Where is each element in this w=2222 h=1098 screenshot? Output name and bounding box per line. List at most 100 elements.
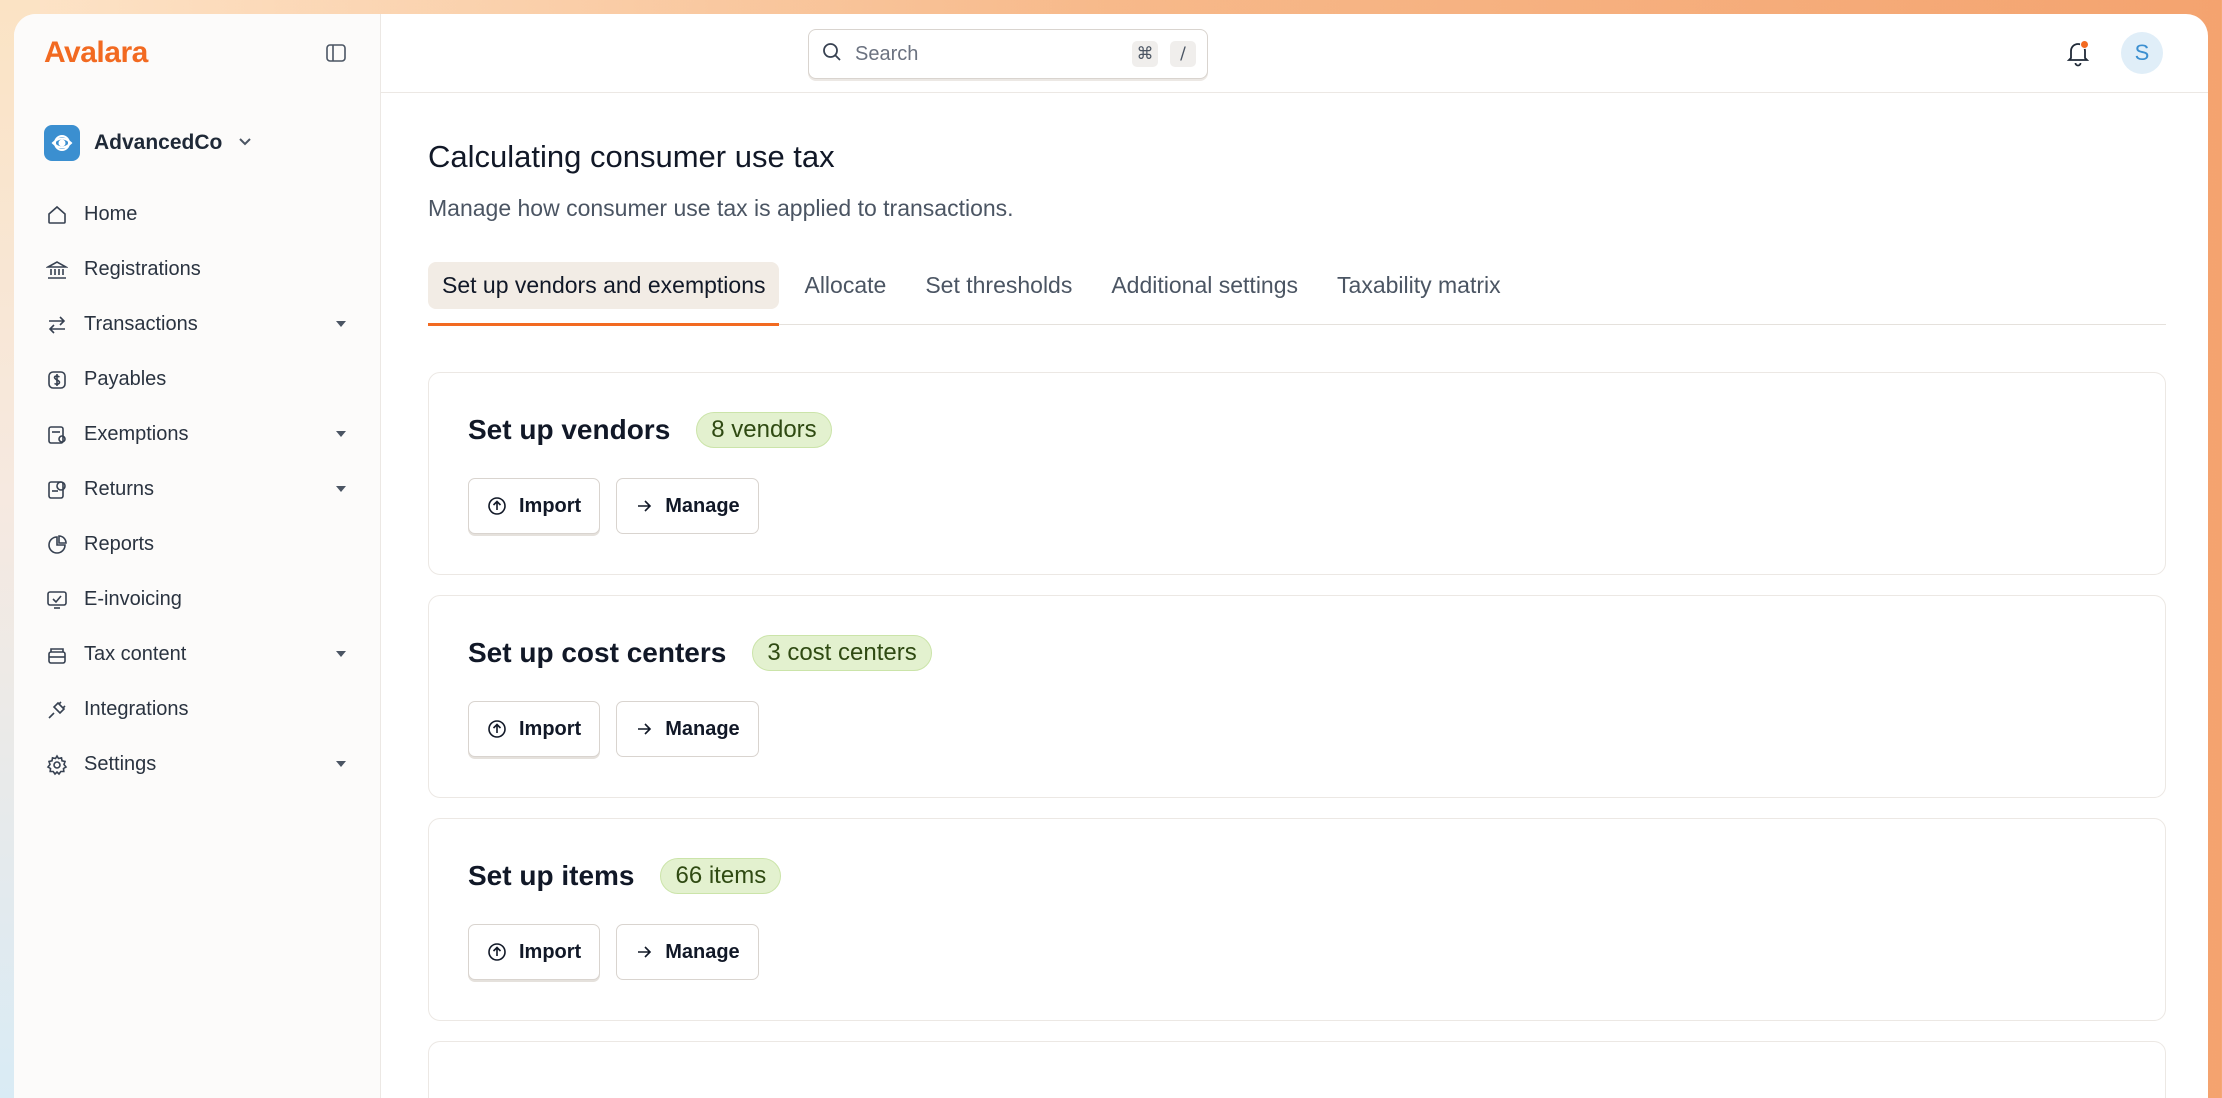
org-name: AdvancedCo <box>94 131 223 154</box>
sidebar-item-label: Returns <box>84 478 155 500</box>
manage-vendors-button[interactable]: Manage <box>616 478 759 534</box>
card-title: Set up cost centers <box>468 637 727 668</box>
sidebar-item-label: Payables <box>84 368 167 390</box>
arrow-right-icon <box>638 500 652 512</box>
count-badge: 8 vendors <box>696 412 832 448</box>
arrow-right-icon <box>638 723 652 735</box>
org-switcher[interactable]: AdvancedCo <box>14 125 380 161</box>
upload-circle-icon <box>488 943 506 961</box>
page-content: Calculating consumer use tax Manage how … <box>381 139 2208 1098</box>
upload-circle-icon <box>488 720 506 738</box>
button-label: Import <box>519 494 582 517</box>
logo-text: Avalara <box>44 36 148 69</box>
caret-down-icon <box>334 756 348 774</box>
sidebar-item-integrations[interactable]: Integrations <box>14 682 380 737</box>
sidebar-item-label: Home <box>84 203 138 225</box>
plug-icon <box>44 697 70 723</box>
sidebar-item-label: Exemptions <box>84 423 189 445</box>
button-label: Import <box>519 940 582 963</box>
tab-set-thresholds[interactable]: Set thresholds <box>911 262 1086 325</box>
sidebar-item-label: Reports <box>84 533 155 555</box>
tab-bar: Set up vendors and exemptions Allocate S… <box>428 262 2166 326</box>
sidebar-item-exemptions[interactable]: Exemptions <box>14 407 380 462</box>
manage-items-button[interactable]: Manage <box>616 924 759 980</box>
sidebar-item-label: Integrations <box>84 698 189 720</box>
sidebar-item-registrations[interactable]: Registrations <box>14 242 380 297</box>
shortcut-key-cmd: ⌘ <box>1132 41 1158 67</box>
card-title: Set up vendors <box>468 414 671 445</box>
tab-label: Additional settings <box>1111 272 1299 298</box>
button-label: Manage <box>665 494 740 517</box>
sidebar-toggle-icon[interactable] <box>322 39 350 67</box>
app-window: Avalara AdvancedCo Home Registrations Tr… <box>14 14 2208 1098</box>
tab-label: Set up vendors and exemptions <box>428 262 780 309</box>
bank-icon <box>44 257 70 283</box>
tab-additional-settings[interactable]: Additional settings <box>1097 262 1312 325</box>
arrows-exchange-icon <box>44 312 70 338</box>
sidebar-item-transactions[interactable]: Transactions <box>14 297 380 352</box>
sidebar: Avalara AdvancedCo Home Registrations Tr… <box>14 14 381 1098</box>
count-badge: 3 cost centers <box>752 635 932 671</box>
vendors-card: Set up vendors 8 vendors Import Manage <box>428 372 2166 575</box>
tab-label: Allocate <box>804 272 887 298</box>
search-input[interactable] <box>855 42 1120 66</box>
sidebar-item-payables[interactable]: Payables <box>14 352 380 407</box>
tab-set-up-vendors-and-exemptions[interactable]: Set up vendors and exemptions <box>428 262 780 326</box>
home-icon <box>44 202 70 228</box>
notification-dot <box>2080 40 2089 49</box>
sidebar-item-home[interactable]: Home <box>14 187 380 242</box>
sidebar-item-label: Registrations <box>84 258 201 280</box>
sidebar-item-tax-content[interactable]: Tax content <box>14 627 380 682</box>
import-vendors-button[interactable]: Import <box>468 478 601 534</box>
sidebar-item-label: Tax content <box>84 643 187 665</box>
items-card: Set up items 66 items Import Manage <box>428 818 2166 1021</box>
upload-circle-icon <box>488 497 506 515</box>
org-logo-icon <box>44 125 80 161</box>
arrow-right-icon <box>638 946 652 958</box>
return-doc-icon <box>44 477 70 503</box>
sidebar-item-label: Transactions <box>84 313 198 335</box>
tab-label: Taxability matrix <box>1337 272 1501 298</box>
sidebar-item-reports[interactable]: Reports <box>14 517 380 572</box>
sidebar-item-returns[interactable]: Returns <box>14 462 380 517</box>
dollar-badge-icon <box>44 367 70 393</box>
caret-down-icon <box>334 426 348 444</box>
sidebar-item-settings[interactable]: Settings <box>14 737 380 792</box>
card-title: Set up items <box>468 860 635 891</box>
sidebar-header: Avalara <box>14 14 380 92</box>
import-cost-centers-button[interactable]: Import <box>468 701 601 757</box>
avatar[interactable]: S <box>2121 32 2163 74</box>
search-box[interactable]: ⌘ / <box>808 29 1208 79</box>
button-label: Manage <box>665 717 740 740</box>
page-subtitle: Manage how consumer use tax is applied t… <box>428 195 1014 221</box>
stack-icon <box>44 642 70 668</box>
cost-centers-card: Set up cost centers 3 cost centers Impor… <box>428 595 2166 798</box>
next-card-partial <box>428 1041 2166 1098</box>
gear-icon <box>44 752 70 778</box>
sidebar-item-label: E-invoicing <box>84 588 182 610</box>
import-items-button[interactable]: Import <box>468 924 601 980</box>
avalara-logo[interactable]: Avalara <box>44 36 148 70</box>
caret-down-icon <box>334 481 348 499</box>
tab-label: Set thresholds <box>925 272 1073 298</box>
sidebar-item-label: Settings <box>84 753 157 775</box>
page-title: Calculating consumer use tax <box>428 139 835 174</box>
button-label: Import <box>519 717 582 740</box>
certificate-icon <box>44 422 70 448</box>
monitor-check-icon <box>44 587 70 613</box>
tab-taxability-matrix[interactable]: Taxability matrix <box>1323 262 1515 325</box>
search-icon <box>821 41 843 68</box>
sidebar-nav: Home Registrations Transactions Payables… <box>14 187 380 792</box>
shortcut-key-slash: / <box>1170 41 1196 67</box>
caret-down-icon <box>334 316 348 334</box>
button-label: Manage <box>665 940 740 963</box>
manage-cost-centers-button[interactable]: Manage <box>616 701 759 757</box>
sidebar-item-e-invoicing[interactable]: E-invoicing <box>14 572 380 627</box>
count-badge: 66 items <box>660 858 782 894</box>
topbar: ⌘ / S <box>381 14 2208 93</box>
main-content: ⌘ / S Calculating consumer use tax Manag… <box>381 14 2208 1098</box>
tab-allocate[interactable]: Allocate <box>790 262 900 325</box>
chevron-down-icon <box>236 132 254 155</box>
notification-bell-icon[interactable] <box>2061 36 2095 70</box>
pie-chart-icon <box>44 532 70 558</box>
